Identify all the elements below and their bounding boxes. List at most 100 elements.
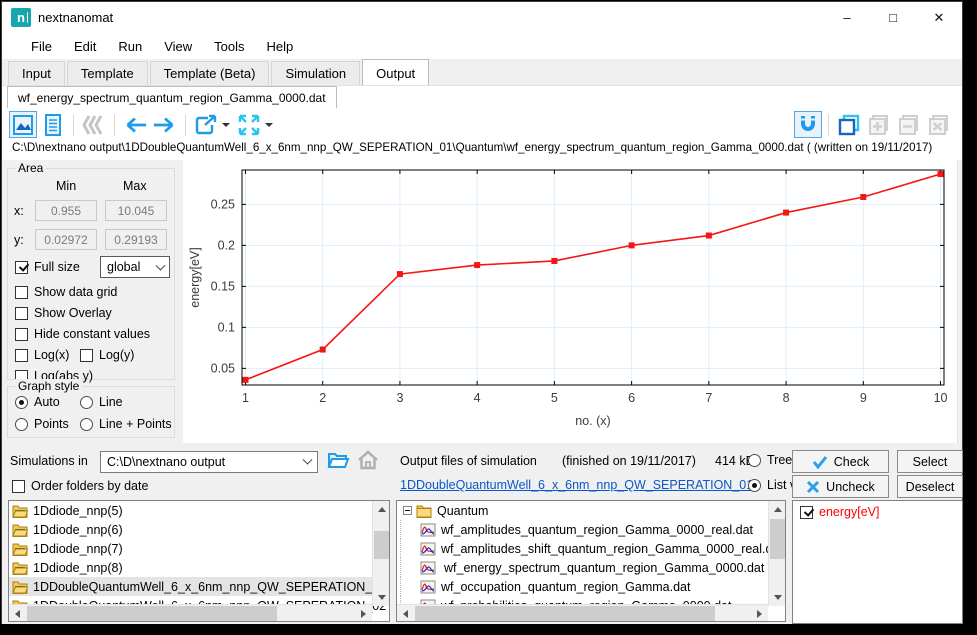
- simulations-path-combobox[interactable]: C:\D\nextnano output: [100, 451, 318, 473]
- text-view-button[interactable]: [39, 111, 67, 138]
- file-row-selected[interactable]: wf_energy_spectrum_quantum_region_Gamma_…: [397, 558, 785, 577]
- checkbox-icon[interactable]: [15, 349, 28, 362]
- export-dropdown-caret[interactable]: [222, 123, 230, 127]
- show-data-grid-checkbox[interactable]: Show data grid: [15, 285, 117, 299]
- full-size-checkbox[interactable]: Full size global: [15, 260, 80, 274]
- checkbox-icon[interactable]: [15, 328, 28, 341]
- checkbox-icon[interactable]: [15, 261, 28, 274]
- simulation-folder-link[interactable]: 1DDoubleQuantumWell_6_x_6nm_nnp_QW_SEPER…: [400, 478, 753, 492]
- layers-button[interactable]: [80, 111, 108, 138]
- scroll-left-icon[interactable]: [403, 610, 408, 618]
- radio-icon[interactable]: [748, 479, 761, 492]
- remove-overlay-button[interactable]: [895, 111, 923, 138]
- scroll-down-icon[interactable]: [378, 595, 386, 600]
- scrollbar-thumb[interactable]: [770, 519, 785, 559]
- back-button[interactable]: [121, 111, 149, 138]
- checkbox-icon[interactable]: [15, 286, 28, 299]
- menu-file[interactable]: File: [20, 35, 63, 58]
- y-max-field[interactable]: 0.29193: [105, 229, 167, 250]
- x-min-field[interactable]: 0.955: [35, 200, 97, 221]
- snap-magnet-button[interactable]: [794, 111, 822, 138]
- graph-view-button[interactable]: [9, 111, 37, 138]
- tab-input[interactable]: Input: [8, 61, 65, 85]
- order-folders-checkbox[interactable]: Order folders by date: [12, 479, 148, 493]
- tab-output[interactable]: Output: [362, 59, 429, 85]
- energy-spectrum-chart[interactable]: 123456789100.050.10.150.20.25no. (x)ener…: [183, 160, 958, 443]
- menu-run[interactable]: Run: [107, 35, 153, 58]
- curves-list[interactable]: energy[eV]: [792, 500, 963, 624]
- show-overlay-checkbox[interactable]: Show Overlay: [15, 306, 112, 320]
- folders-horizontal-scrollbar[interactable]: [9, 604, 372, 621]
- folder-row[interactable]: 1Ddiode_nnp(8): [9, 558, 389, 577]
- maximize-button[interactable]: □: [870, 2, 916, 33]
- checkbox-icon[interactable]: [80, 349, 93, 362]
- select-button[interactable]: Select: [897, 450, 963, 473]
- scroll-left-icon[interactable]: [15, 610, 20, 618]
- folder-row[interactable]: 1Ddiode_nnp(7): [9, 539, 389, 558]
- home-folder-button[interactable]: [356, 449, 380, 476]
- file-row[interactable]: wf_amplitudes_quantum_region_Gamma_0000_…: [397, 520, 785, 539]
- folders-vertical-scrollbar[interactable]: [372, 501, 389, 606]
- copy-window-button[interactable]: [835, 111, 863, 138]
- file-row[interactable]: wf_amplitudes_shift_quantum_region_Gamma…: [397, 539, 785, 558]
- tab-simulation[interactable]: Simulation: [271, 61, 360, 85]
- radio-icon[interactable]: [15, 396, 28, 409]
- scroll-up-icon[interactable]: [774, 507, 782, 512]
- radio-line[interactable]: Line: [80, 395, 123, 409]
- scrollbar-thumb[interactable]: [374, 531, 389, 559]
- file-row[interactable]: wf_occupation_quantum_region_Gamma.dat: [397, 577, 785, 596]
- fullscreen-button[interactable]: [235, 111, 263, 138]
- curve-row[interactable]: energy[eV]: [793, 501, 962, 523]
- menu-view[interactable]: View: [153, 35, 203, 58]
- simulation-folders-list[interactable]: 1Ddiode_nnp(5) 1Ddiode_nnp(6) 1Ddiode_nn…: [8, 500, 390, 622]
- fullscreen-dropdown-caret[interactable]: [265, 123, 273, 127]
- tab-template[interactable]: Template: [67, 61, 148, 85]
- radio-line-points[interactable]: Line + Points: [80, 417, 172, 431]
- folder-row-selected[interactable]: 1DDoubleQuantumWell_6_x_6nm_nnp_QW_SEPER…: [9, 577, 389, 596]
- radio-auto[interactable]: Auto: [15, 395, 60, 409]
- checkbox-icon[interactable]: [800, 506, 813, 519]
- checkbox-icon[interactable]: [15, 307, 28, 320]
- folder-row[interactable]: 1Ddiode_nnp(5): [9, 501, 389, 520]
- files-vertical-scrollbar[interactable]: [768, 501, 785, 606]
- folder-row[interactable]: 1Ddiode_nnp(6): [9, 520, 389, 539]
- scroll-down-icon[interactable]: [774, 595, 782, 600]
- full-size-scope-select[interactable]: global: [100, 256, 170, 278]
- subtab-current-file[interactable]: wf_energy_spectrum_quantum_region_Gamma_…: [7, 86, 337, 109]
- menu-edit[interactable]: Edit: [63, 35, 107, 58]
- y-min-field[interactable]: 0.02972: [35, 229, 97, 250]
- scrollbar-thumb[interactable]: [415, 606, 715, 621]
- close-button[interactable]: ✕: [916, 2, 962, 33]
- output-files-tree[interactable]: Quantum wf_amplitudes_quantum_region_Gam…: [396, 500, 786, 622]
- checkbox-icon[interactable]: [12, 480, 25, 493]
- tab-template-beta[interactable]: Template (Beta): [150, 61, 270, 85]
- add-overlay-button[interactable]: [865, 111, 893, 138]
- scroll-right-icon[interactable]: [361, 610, 366, 618]
- files-horizontal-scrollbar[interactable]: [397, 604, 768, 621]
- radio-icon[interactable]: [80, 418, 93, 431]
- collapse-icon[interactable]: [403, 506, 412, 515]
- clear-overlay-button[interactable]: [925, 111, 953, 138]
- tree-root-row[interactable]: Quantum: [397, 501, 785, 520]
- log-x-checkbox[interactable]: Log(x): [15, 348, 69, 362]
- radio-icon[interactable]: [15, 418, 28, 431]
- scroll-up-icon[interactable]: [378, 507, 386, 512]
- x-max-field[interactable]: 10.045: [105, 200, 167, 221]
- menu-tools[interactable]: Tools: [203, 35, 255, 58]
- folder-name: 1Ddiode_nnp(8): [33, 561, 123, 575]
- log-y-checkbox[interactable]: Log(y): [80, 348, 134, 362]
- uncheck-button[interactable]: Uncheck: [792, 475, 889, 498]
- deselect-button[interactable]: Deselect: [897, 475, 963, 498]
- radio-points[interactable]: Points: [15, 417, 69, 431]
- browse-folder-button[interactable]: [326, 449, 350, 476]
- radio-icon[interactable]: [748, 454, 761, 467]
- hide-constant-values-checkbox[interactable]: Hide constant values: [15, 327, 150, 341]
- forward-button[interactable]: [151, 111, 179, 138]
- scroll-right-icon[interactable]: [757, 610, 762, 618]
- scrollbar-thumb[interactable]: [27, 606, 277, 621]
- check-button[interactable]: Check: [792, 450, 889, 473]
- menu-help[interactable]: Help: [256, 35, 305, 58]
- minimize-button[interactable]: –: [824, 2, 870, 33]
- radio-icon[interactable]: [80, 396, 93, 409]
- export-button[interactable]: [192, 111, 220, 138]
